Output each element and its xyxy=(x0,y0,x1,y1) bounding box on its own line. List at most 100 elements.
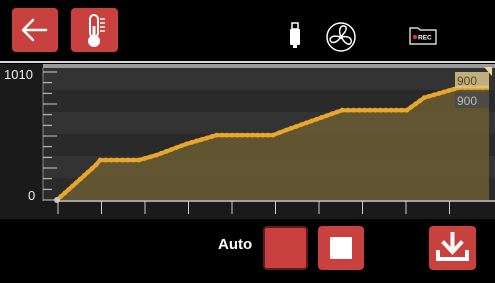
auto-toggle-button[interactable] xyxy=(263,226,308,270)
series-point xyxy=(303,120,309,126)
back-button[interactable] xyxy=(12,8,58,52)
series-point xyxy=(169,147,174,152)
series-point xyxy=(367,107,373,113)
series-point xyxy=(283,127,289,133)
series-point xyxy=(383,107,389,113)
series-point xyxy=(260,132,266,138)
series-point xyxy=(120,157,125,163)
series-point xyxy=(319,115,325,120)
series-point xyxy=(77,176,83,182)
target-marker: 900 xyxy=(455,92,489,108)
download-button[interactable] xyxy=(429,226,476,270)
series-point xyxy=(421,95,427,101)
series-point xyxy=(408,104,414,110)
series-point xyxy=(224,132,230,138)
series-point xyxy=(329,111,335,117)
series-point xyxy=(204,135,210,141)
y-tick-label-max: 1010 xyxy=(4,67,33,82)
series-point xyxy=(362,107,368,113)
temperature-profile-chart: 900 900 xyxy=(0,64,495,219)
series-point xyxy=(142,156,148,161)
series-point xyxy=(93,162,99,168)
back-arrow-icon xyxy=(21,18,48,42)
auto-label: Auto xyxy=(218,236,253,253)
series-point xyxy=(189,140,195,145)
series-point xyxy=(399,107,405,113)
series-point xyxy=(309,118,314,124)
series-point xyxy=(351,107,357,113)
series-point xyxy=(148,154,154,160)
series-point xyxy=(345,107,351,113)
series-point xyxy=(81,173,87,178)
rec-folder-icon: REC xyxy=(409,27,437,45)
series-point xyxy=(277,130,282,136)
series-point xyxy=(153,152,159,158)
series-point xyxy=(103,157,109,163)
chart-top-border xyxy=(43,64,495,68)
y-tick-label-min: 0 xyxy=(28,188,36,203)
series-point xyxy=(372,107,378,113)
fan-icon xyxy=(326,22,356,52)
rec-label: REC xyxy=(418,35,432,42)
stop-button[interactable] xyxy=(318,226,364,270)
series-point xyxy=(66,187,72,192)
series-point xyxy=(125,157,131,163)
series-point xyxy=(239,132,245,138)
series-point xyxy=(234,132,240,138)
series-point xyxy=(404,107,410,113)
series-point xyxy=(209,134,215,139)
series-point xyxy=(85,169,91,175)
series-point xyxy=(293,124,299,129)
series-point xyxy=(314,116,319,122)
series-point xyxy=(229,132,235,138)
series-point xyxy=(245,132,250,138)
series-point xyxy=(288,125,294,131)
series-point xyxy=(298,122,304,128)
series-point xyxy=(108,157,114,163)
series-point xyxy=(417,98,423,104)
series-point xyxy=(184,141,190,147)
target-marker-label: 900 xyxy=(457,94,477,108)
series-point xyxy=(62,190,68,196)
usb-icon xyxy=(290,22,300,48)
series-point xyxy=(446,88,452,93)
series-point xyxy=(334,109,340,115)
series-point xyxy=(164,148,169,154)
series-point xyxy=(378,107,383,113)
download-icon xyxy=(436,232,469,261)
series-point xyxy=(74,180,79,185)
series-point xyxy=(255,132,261,138)
series-point xyxy=(219,132,225,138)
series-point xyxy=(270,132,276,138)
target-marker-label: 900 xyxy=(457,74,477,88)
series-point xyxy=(265,132,271,138)
toolbar-divider xyxy=(0,61,495,63)
series-point xyxy=(97,157,103,163)
series-point xyxy=(179,143,184,149)
series-point xyxy=(324,113,330,119)
series-point xyxy=(199,137,205,142)
series-point xyxy=(136,157,142,163)
series-point xyxy=(114,157,120,163)
series-point xyxy=(131,157,136,163)
series-point xyxy=(388,107,394,113)
temperature-button[interactable] xyxy=(71,8,118,52)
series-point xyxy=(89,166,95,171)
series-point xyxy=(174,145,179,151)
series-point xyxy=(393,107,399,113)
series-start-point xyxy=(54,197,60,203)
series-point xyxy=(194,138,200,144)
series-point xyxy=(431,92,437,98)
target-marker: 900 xyxy=(455,72,489,88)
series-point xyxy=(413,101,418,107)
series-point xyxy=(159,150,164,156)
series-point xyxy=(70,183,75,189)
grid-band xyxy=(43,68,495,90)
series-point xyxy=(357,107,362,113)
series-point xyxy=(250,132,255,138)
series-point xyxy=(214,132,220,138)
series-point xyxy=(441,89,447,95)
series-point xyxy=(339,107,345,113)
series-point xyxy=(436,91,442,96)
target-markers: 900900 xyxy=(455,67,492,108)
